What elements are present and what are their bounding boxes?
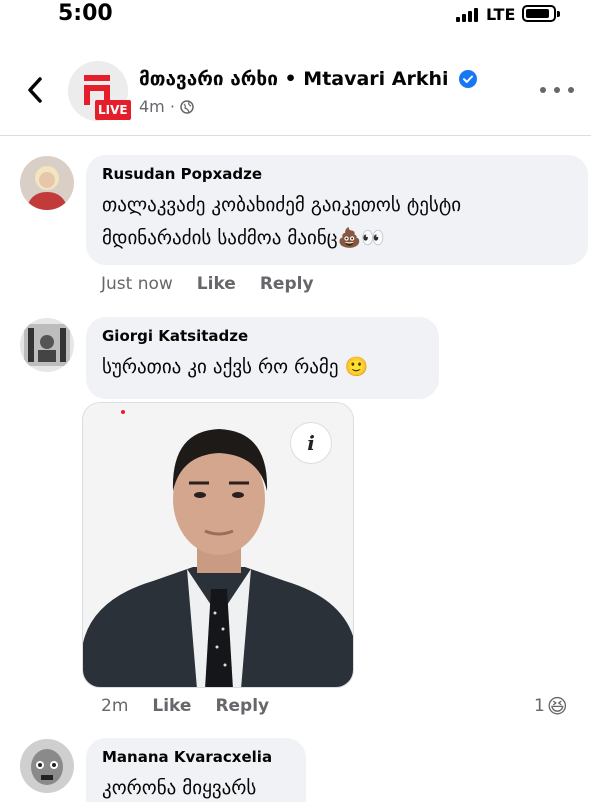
reaction-summary[interactable]: 1 😆 <box>534 694 568 718</box>
comment-text: კორონა მიყვარს <box>102 777 257 799</box>
back-button[interactable] <box>20 70 50 110</box>
haha-reaction-icon: 😆 <box>546 694 568 718</box>
globe-icon <box>180 99 194 114</box>
signal-icon <box>456 8 478 22</box>
more-dots-icon <box>540 87 546 93</box>
status-time: 5:00 <box>58 1 113 26</box>
comment-actions: 2m Like Reply <box>101 696 293 716</box>
comment-time: 2m <box>101 696 129 716</box>
verified-badge-icon <box>459 70 478 88</box>
info-icon: i <box>307 431 315 455</box>
back-chevron-icon <box>28 77 42 103</box>
user-photo-icon <box>20 739 74 793</box>
status-bar: 5:00 LTE <box>0 0 591 34</box>
comment-time: Just now <box>101 274 173 294</box>
avatar[interactable] <box>20 156 74 210</box>
comment-bubble: Rusudan Popxadze თალაკვაძე კობახიძემ გაი… <box>86 155 588 265</box>
live-badge: LIVE <box>95 100 131 120</box>
comment-bubble: Manana Kvaracxelia კორონა მიყვარს <box>86 738 306 802</box>
comment-author[interactable]: Giorgi Katsitadze <box>102 327 423 345</box>
like-button[interactable]: Like <box>152 696 191 716</box>
page-name[interactable]: მთავარი არხი • Mtavari Arkhi <box>139 68 478 90</box>
reply-button[interactable]: Reply <box>260 274 314 294</box>
comment-text: სურათია კი აქვს რო რამე 🙂 <box>102 356 369 378</box>
like-button[interactable]: Like <box>197 274 236 294</box>
avatar[interactable] <box>20 739 74 793</box>
reaction-count: 1 <box>534 696 545 716</box>
comment-actions: Just now Like Reply <box>101 274 338 294</box>
battery-icon <box>522 5 560 22</box>
comment-author[interactable]: Manana Kvaracxelia <box>102 748 290 766</box>
photo-info-button[interactable]: i <box>290 422 332 464</box>
post-meta: 4m · <box>139 97 194 116</box>
user-photo-icon <box>20 318 74 372</box>
avatar[interactable] <box>20 318 74 372</box>
comment-author[interactable]: Rusudan Popxadze <box>102 165 572 183</box>
reply-button[interactable]: Reply <box>215 696 269 716</box>
more-options-button[interactable] <box>540 80 574 100</box>
post-time: 4m · <box>139 97 175 116</box>
network-label: LTE <box>486 5 516 24</box>
comment-text: თალაკვაძე კობახიძემ გაიკეთოს ტესტი <box>102 194 462 216</box>
user-photo-icon <box>20 156 74 210</box>
page-name-text: მთავარი არხი • Mtavari Arkhi <box>139 68 449 90</box>
comment-bubble: Giorgi Katsitadze სურათია კი აქვს რო რამ… <box>86 317 439 399</box>
comment-text: მდინარაძის საძმოა მაინც💩👀 <box>102 227 385 249</box>
post-header: LIVE მთავარი არხი • Mtavari Arkhi 4m · <box>0 56 591 136</box>
